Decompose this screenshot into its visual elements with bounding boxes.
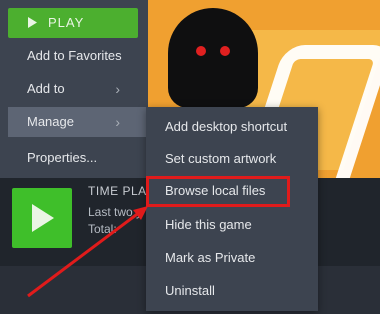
arrow-annotation	[27, 206, 148, 298]
